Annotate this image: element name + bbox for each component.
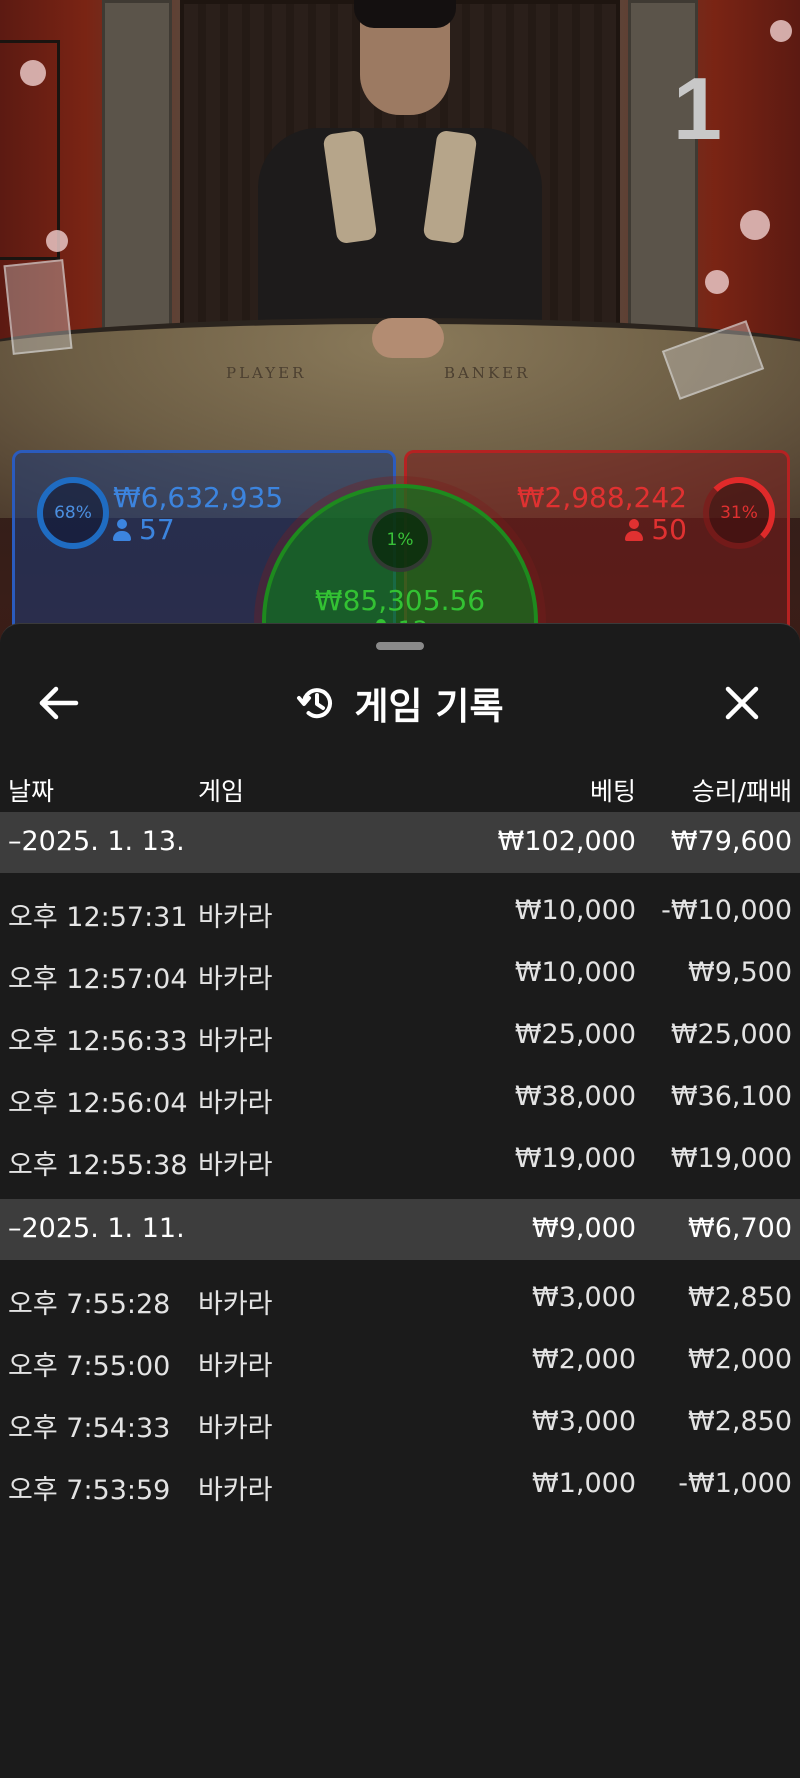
banker-total-bet: ₩2,988,242 xyxy=(516,481,687,514)
column-bet: 베팅 xyxy=(589,777,636,806)
user-icon xyxy=(625,518,644,541)
felt-banker-label: BANKER xyxy=(444,364,531,382)
history-row[interactable]: 오후 12:57:04 바카라 ₩10,000 ₩9,500 xyxy=(0,943,800,1005)
row-result: ₩2,850 xyxy=(688,1406,792,1437)
column-game: 게임 xyxy=(198,777,245,806)
tie-percent-ring: 1% xyxy=(368,508,432,572)
game-screen: PLAYER BANKER 1 68% ₩6,632,935 57 31% ₩2… xyxy=(0,0,800,1778)
row-game: 바카라 xyxy=(198,902,273,933)
group-date: –2025. 1. 11. xyxy=(8,1213,185,1244)
row-result: -₩1,000 xyxy=(678,1468,792,1499)
close-button[interactable] xyxy=(712,678,772,728)
game-history-sheet: 게임 기록 날짜 게임 베팅 승리/패배 –2025. 1. 13. ₩102,… xyxy=(0,623,800,1778)
decor-pillar-left xyxy=(102,0,172,330)
row-time: 오후 12:55:38 xyxy=(8,1150,188,1181)
row-game: 바카라 xyxy=(198,1026,273,1057)
row-game: 바카라 xyxy=(198,1150,273,1181)
history-row[interactable]: 오후 7:55:28 바카라 ₩3,000 ₩2,850 xyxy=(0,1268,800,1330)
dealer-hands xyxy=(372,318,444,358)
row-bet: ₩1,000 xyxy=(532,1468,636,1499)
row-result: ₩2,000 xyxy=(688,1344,792,1375)
dealer-body xyxy=(258,128,542,343)
row-game: 바카라 xyxy=(198,1351,273,1382)
drag-handle[interactable] xyxy=(376,642,424,650)
history-row[interactable]: 오후 12:57:31 바카라 ₩10,000 -₩10,000 xyxy=(0,881,800,943)
table-number: 1 xyxy=(673,59,722,158)
blossom-decor xyxy=(46,230,68,252)
sheet-title-group: 게임 기록 xyxy=(0,678,800,728)
blossom-decor xyxy=(770,20,792,42)
row-time: 오후 7:55:00 xyxy=(8,1351,171,1382)
player-count-value: 57 xyxy=(139,513,175,546)
row-time: 오후 7:53:59 xyxy=(8,1475,171,1506)
group-result-total: ₩79,600 xyxy=(670,826,792,857)
row-bet: ₩19,000 xyxy=(514,1143,636,1174)
row-bet: ₩38,000 xyxy=(514,1081,636,1112)
row-game: 바카라 xyxy=(198,1475,273,1506)
banker-count-value: 50 xyxy=(651,513,687,546)
history-row[interactable]: 오후 12:55:38 바카라 ₩19,000 ₩19,000 xyxy=(0,1129,800,1191)
player-percent-ring: 68% xyxy=(37,477,109,549)
sheet-header: 게임 기록 xyxy=(0,664,800,742)
row-bet: ₩3,000 xyxy=(532,1406,636,1437)
row-bet: ₩10,000 xyxy=(514,957,636,988)
row-result: ₩2,850 xyxy=(688,1282,792,1313)
blossom-decor xyxy=(740,210,770,240)
row-result: ₩19,000 xyxy=(670,1143,792,1174)
group-date: –2025. 1. 13. xyxy=(8,826,185,857)
row-time: 오후 7:55:28 xyxy=(8,1289,171,1320)
column-result: 승리/패배 xyxy=(691,777,792,806)
history-row[interactable]: 오후 12:56:33 바카라 ₩25,000 ₩25,000 xyxy=(0,1005,800,1067)
row-game: 바카라 xyxy=(198,1413,273,1444)
group-bet-total: ₩102,000 xyxy=(497,826,636,857)
column-date: 날짜 xyxy=(8,777,55,806)
row-result: ₩25,000 xyxy=(670,1019,792,1050)
blossom-decor xyxy=(20,60,46,86)
row-time: 오후 12:57:04 xyxy=(8,964,188,995)
decor-pillar-right xyxy=(628,0,698,330)
row-bet: ₩25,000 xyxy=(514,1019,636,1050)
history-row[interactable]: 오후 7:55:00 바카라 ₩2,000 ₩2,000 xyxy=(0,1330,800,1392)
player-bettor-count: 57 xyxy=(113,513,175,546)
sheet-title: 게임 기록 xyxy=(354,685,504,728)
history-list: –2025. 1. 13. ₩102,000 ₩79,600 오후 12:57:… xyxy=(0,812,800,1516)
banker-percent: 31% xyxy=(720,503,758,523)
row-time: 오후 7:54:33 xyxy=(8,1413,171,1444)
tie-total-bet: ₩85,305.56 xyxy=(314,584,486,617)
row-result: ₩36,100 xyxy=(670,1081,792,1112)
group-bet-total: ₩9,000 xyxy=(532,1213,636,1244)
history-clock-icon xyxy=(297,688,333,719)
date-group-row[interactable]: –2025. 1. 11. ₩9,000 ₩6,700 xyxy=(0,1199,800,1260)
row-game: 바카라 xyxy=(198,964,273,995)
row-bet: ₩10,000 xyxy=(514,895,636,926)
player-total-bet: ₩6,632,935 xyxy=(113,481,284,514)
player-percent: 68% xyxy=(54,503,92,523)
banker-bettor-count: 50 xyxy=(625,513,687,546)
user-icon xyxy=(113,518,131,541)
row-time: 오후 12:56:33 xyxy=(8,1026,188,1057)
close-icon xyxy=(725,686,759,720)
history-column-header: 날짜 게임 베팅 승리/패배 xyxy=(0,762,800,812)
row-time: 오후 12:56:04 xyxy=(8,1088,188,1119)
history-row[interactable]: 오후 7:54:33 바카라 ₩3,000 ₩2,850 xyxy=(0,1392,800,1454)
row-result: -₩10,000 xyxy=(661,895,792,926)
history-row[interactable]: 오후 12:56:04 바카라 ₩38,000 ₩36,100 xyxy=(0,1067,800,1129)
row-bet: ₩2,000 xyxy=(532,1344,636,1375)
dealer-hair xyxy=(354,0,456,28)
felt-player-label: PLAYER xyxy=(226,364,307,382)
banker-percent-ring: 31% xyxy=(703,477,775,549)
row-result: ₩9,500 xyxy=(688,957,792,988)
row-bet: ₩3,000 xyxy=(532,1282,636,1313)
blossom-decor xyxy=(705,270,729,294)
discard-box xyxy=(3,259,73,355)
row-game: 바카라 xyxy=(198,1088,273,1119)
row-time: 오후 12:57:31 xyxy=(8,902,188,933)
history-row[interactable]: 오후 7:53:59 바카라 ₩1,000 -₩1,000 xyxy=(0,1454,800,1516)
row-game: 바카라 xyxy=(198,1289,273,1320)
tie-percent: 1% xyxy=(386,530,414,550)
date-group-row[interactable]: –2025. 1. 13. ₩102,000 ₩79,600 xyxy=(0,812,800,873)
group-result-total: ₩6,700 xyxy=(688,1213,792,1244)
